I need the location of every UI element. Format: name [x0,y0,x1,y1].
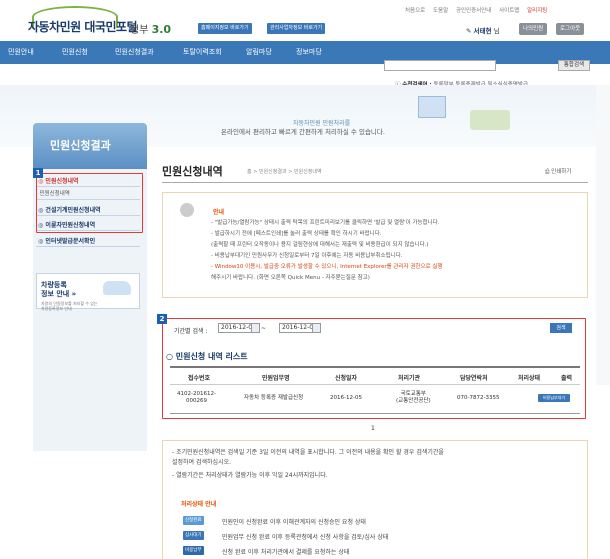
col-print: 출력 [561,375,573,382]
status-desc-payment: 신청 완료 이후 처리기관에서 결제를 요청하는 상태 [222,549,350,556]
megaphone-icon [180,203,194,217]
logout-button[interactable]: 로그아웃 [556,23,585,35]
notice-line2: - 발급하시기 전에 [페스트인쇄]를 눌러 출력 상태를 확인 하시기 바랍니… [211,231,382,237]
page-title: 민원신청내역 [162,165,223,178]
util-cert[interactable]: 공인인증서안내 [456,8,491,14]
notice-line1: - "발급가능/열람가능" 상태시 출력 탁목의 프린트미리보기를 클릭하면 '… [211,220,440,226]
promo-title: 차량등록 정보 안내 » [41,281,77,298]
col-org: 처리기관 [398,375,421,382]
date-separator: ~ [261,325,267,332]
car-icon [103,281,131,295]
util-sitemap[interactable]: 사이트맵 [499,8,519,14]
table-bottom-line [170,413,580,414]
notice-line4: - 비용납부대기인 민원사무가 신청일로부터 7일 이후에는 자동 비용납부취소… [211,253,403,259]
nav-total-history[interactable]: 토탈이력조회 [183,47,222,57]
nav-civil-apply[interactable]: 민원신청 [62,47,88,57]
promo-text: 차량의 민원정보를 처리할 수 있는 차량등록정보 안내 [41,301,98,311]
col-status: 처리상태 [518,375,541,382]
row-phone: 070-7872-3355 [457,395,500,401]
status-desc-review: 민원업무 신청 완료 이후 등록관청에서 신청 사항을 검토/심사 상태 [222,534,389,541]
printer-icon: ⎙ [545,169,550,175]
quick-menu-strip [596,85,610,385]
banner-illustration [470,110,510,130]
monitor-icon [418,96,446,118]
status-badge-apply: 신청완료 [183,516,204,525]
search-input[interactable] [384,60,496,71]
homepage-info-button[interactable]: 홈페이지정보 바로가기 [198,23,252,34]
row-receipt-no: 4102-201612- 000269 [177,391,216,404]
tag-2: 2 [157,314,167,324]
user-greeting: ✎ 서태현 님 [466,27,500,35]
notice-line6: 해주시기 바랍니다. (화면 오른쪽 Quick Menu - 자주묻는질문 참… [211,275,370,281]
status-guide-title: 처리상태 안내 [181,501,217,508]
site-logo[interactable]: 자동차민원 대국민포털 [28,18,138,35]
table-header-line [170,384,580,385]
print-button[interactable]: ⎙ 인쇄하기 [545,167,571,176]
highlight-box-1 [36,173,143,233]
notice-line3: (출력할 때 프린터 오작동이나 용지 걸림현상에 대해서는 재출력 및 비용환… [211,242,429,248]
date-filter-label: 기간별 검색 : [174,328,208,335]
notice-heading: 안내 [213,209,225,216]
nav-info[interactable]: 정보마당 [296,47,322,57]
col-contact: 담당연락처 [460,375,488,382]
manager-info-button[interactable]: 관리사업자정보 바로가기 [267,23,326,34]
calendar-icon[interactable] [251,323,260,333]
col-receipt-no: 접수번호 [188,375,211,382]
status-desc-apply: 민원인이 신청완료 이후 이해관계자의 신청승인 요청 상태 [222,519,366,526]
search-button[interactable]: 통합검색 [558,60,590,71]
sidebar-title: 민원신청결과 [33,123,147,169]
utility-links: 처음으로 도움말 공인인증서안내 사이트맵 알리지팅 [405,6,553,14]
info-line1: - 조기민원신청내역은 검색일 기준 3일 이전의 내역을 표시합니다. 그 이… [172,449,444,456]
tag-1: 1 [33,168,43,178]
list-title: ○ 민원신청 내역 리스트 [166,352,248,361]
util-help[interactable]: 도움말 [433,8,448,14]
start-date-input[interactable]: 2016-12-03 [218,323,256,333]
highlight-box-2 [162,318,586,419]
col-date: 신청일자 [335,375,358,382]
end-date-input[interactable]: 2016-12-06 [279,323,317,333]
my-civil-button[interactable]: 나의민원 [519,23,548,35]
gov-logo: 정부 3.0 [130,23,172,36]
col-task: 민원업무명 [262,375,290,382]
util-home[interactable]: 처음으로 [405,8,425,14]
banner-line2: 온라인에서 편리하고 빠르게 간편하게 처리하실 수 있습니다. [221,128,385,136]
date-search-button[interactable]: 검색 [550,323,572,333]
nav-civil-guide[interactable]: 민원안내 [8,47,34,57]
sidebar-item-doc-check[interactable]: ◎ 인터넷발급문서확인 [36,236,140,247]
nav-notice[interactable]: 알림마당 [246,47,272,57]
nav-civil-result[interactable]: 민원신청결과 [115,47,154,57]
table-top-line [170,366,580,368]
notice-line5: - Window10 이용시, 발급중 오류가 발생할 수 있으니, Inter… [211,264,443,270]
row-task: 자동차 등록증 재발급신청 [244,395,304,401]
main-nav: 민원안내 민원신청 민원신청결과 토탈이력조회 알림마당 정보마당 [0,41,610,64]
row-org: 국토교통부 (교통안전공단) [396,391,431,404]
breadcrumb: 홈 > 민원신청결과 > 민원신청내역 [247,169,322,175]
info-line2: - 열람기간은 처리상태가 열람가능 이후 익일 24시까지입니다. [172,472,328,479]
status-badge[interactable]: 비용납부대기 [538,394,570,402]
title-divider [162,182,588,183]
user-icon: ✎ [466,27,472,35]
util-notice[interactable]: 알리지팅 [527,8,547,14]
status-badge-payment: 비용납부 [183,546,204,555]
status-badge-review: 심사대기 [183,531,204,540]
info-line1b: 설정하여 검색하십시오. [172,459,232,466]
calendar-icon[interactable] [312,323,321,333]
page-number[interactable]: 1 [371,425,375,432]
row-date: 2016-12-05 [330,395,362,401]
